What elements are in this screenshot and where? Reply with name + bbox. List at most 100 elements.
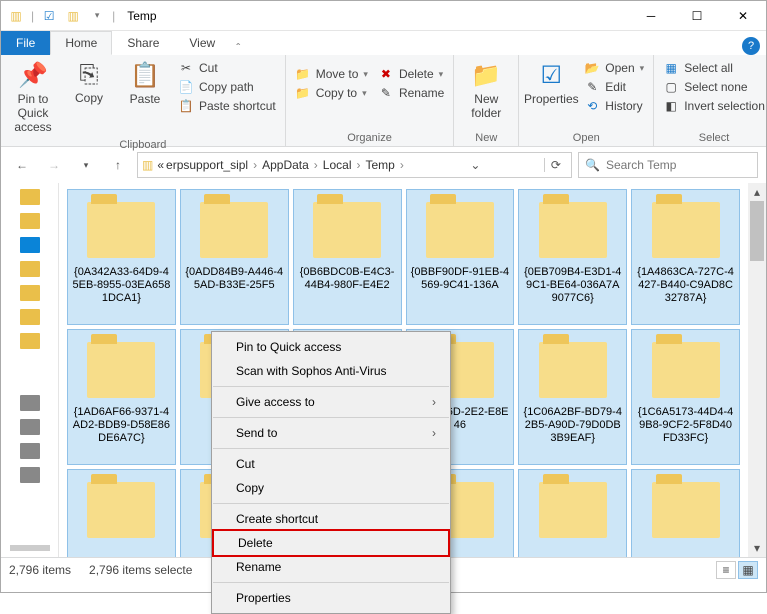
context-properties[interactable]: Properties: [212, 586, 450, 610]
chevron-right-icon: ›: [250, 158, 260, 172]
nav-item[interactable]: [20, 237, 40, 253]
tab-file[interactable]: File: [1, 31, 50, 55]
icons-view-button[interactable]: ▦: [738, 561, 758, 579]
pin-to-quick-access-button[interactable]: 📌Pin to Quick access: [7, 58, 59, 137]
tab-share[interactable]: Share: [112, 31, 174, 55]
maximize-button[interactable]: ☐: [674, 1, 720, 31]
folder-item[interactable]: {1C6A5173-44D4-49B8-9CF2-5F8D40FD33FC}: [631, 329, 740, 465]
context-give-access[interactable]: Give access to›: [212, 390, 450, 414]
folder-item[interactable]: {1AD6AF66-9371-4AD2-BDB9-D58E86DE6A7C}: [67, 329, 176, 465]
properties-button[interactable]: ☑Properties: [525, 58, 577, 109]
context-send-to[interactable]: Send to›: [212, 421, 450, 445]
nav-item[interactable]: [20, 189, 40, 205]
rename-button[interactable]: ✎Rename: [375, 85, 447, 101]
folder-item[interactable]: {1A4863CA-727C-4427-B440-C9AD8C32787A}: [631, 189, 740, 325]
qat-divider: |: [31, 9, 34, 23]
pin-icon: 📌: [18, 61, 48, 90]
details-view-button[interactable]: ≡: [716, 561, 736, 579]
checkbox-icon[interactable]: ☑: [40, 7, 58, 25]
selection-count: 2,796 items selecte: [89, 563, 192, 577]
nav-item[interactable]: [20, 443, 40, 459]
qat-dropdown-icon[interactable]: ▾: [88, 7, 106, 25]
folder-label: {1C06A2BF-BD79-42B5-A90D-79D0DB3B9EAF}: [523, 406, 622, 445]
breadcrumb-item[interactable]: erpsupport_sipl: [166, 158, 248, 172]
breadcrumb[interactable]: ▥ « erpsupport_sipl› AppData› Local› Tem…: [137, 152, 572, 178]
minimize-button[interactable]: ─: [628, 1, 674, 31]
paste-shortcut-button[interactable]: 📋Paste shortcut: [175, 98, 279, 114]
search-input[interactable]: 🔍 Search Temp: [578, 152, 758, 178]
recent-locations-button[interactable]: ▾: [73, 152, 99, 178]
context-delete[interactable]: Delete: [212, 529, 450, 557]
horizontal-scrollbar[interactable]: [10, 545, 50, 551]
nav-item[interactable]: [20, 419, 40, 435]
nav-item[interactable]: [20, 309, 40, 325]
collapse-ribbon-icon[interactable]: ˆ: [230, 41, 246, 55]
copy-button[interactable]: ⎘Copy: [63, 58, 115, 108]
breadcrumb-item[interactable]: Local: [323, 158, 352, 172]
forward-button[interactable]: →: [41, 152, 67, 178]
menu-separator: [213, 417, 449, 418]
copy-to-button[interactable]: 📁Copy to ▾: [292, 85, 371, 101]
nav-item[interactable]: [20, 333, 40, 349]
folder-item[interactable]: [67, 469, 176, 557]
nav-item[interactable]: [20, 395, 40, 411]
dropdown-button[interactable]: ⌄: [464, 158, 486, 172]
chevron-down-icon: ▾: [363, 69, 368, 80]
scroll-thumb[interactable]: [750, 201, 764, 261]
context-pin[interactable]: Pin to Quick access: [212, 335, 450, 359]
select-all-button[interactable]: ▦Select all: [660, 60, 767, 76]
context-rename[interactable]: Rename: [212, 555, 450, 579]
breadcrumb-item[interactable]: Temp: [365, 158, 394, 172]
nav-item[interactable]: [20, 261, 40, 277]
edit-button[interactable]: ✎Edit: [581, 79, 647, 95]
folder-item[interactable]: {0A342A33-64D9-45EB-8955-03EA6581DCA1}: [67, 189, 176, 325]
vertical-scrollbar[interactable]: ▴ ▾: [748, 183, 766, 557]
refresh-button[interactable]: ⟳: [544, 158, 567, 172]
context-create-shortcut[interactable]: Create shortcut: [212, 507, 450, 531]
context-scan[interactable]: Scan with Sophos Anti-Virus: [212, 359, 450, 383]
menu-separator: [213, 386, 449, 387]
close-button[interactable]: ✕: [720, 1, 766, 31]
navigation-pane[interactable]: [1, 183, 59, 557]
help-icon[interactable]: ?: [742, 37, 760, 55]
open-button[interactable]: 📂Open ▾: [581, 60, 647, 76]
folder-item[interactable]: [631, 469, 740, 557]
select-none-button[interactable]: ▢Select none: [660, 79, 767, 95]
scroll-up-button[interactable]: ▴: [748, 183, 766, 201]
folder-item[interactable]: [518, 469, 627, 557]
history-icon: ⟲: [584, 99, 600, 113]
up-button[interactable]: ↑: [105, 152, 131, 178]
scissors-icon: ✂: [178, 61, 194, 75]
nav-item[interactable]: [20, 213, 40, 229]
folder-item[interactable]: {0B6BDC0B-E4C3-44B4-980F-E4E2: [293, 189, 402, 325]
group-label: Select: [660, 130, 767, 146]
group-label: New: [460, 130, 512, 146]
scroll-down-button[interactable]: ▾: [748, 539, 766, 557]
nav-item[interactable]: [20, 285, 40, 301]
history-button[interactable]: ⟲History: [581, 98, 647, 114]
nav-item[interactable]: [20, 467, 40, 483]
folder-item[interactable]: {0ADD84B9-A446-45AD-B33E-25F5: [180, 189, 289, 325]
folder-icon: [87, 342, 155, 398]
tab-view[interactable]: View: [174, 31, 230, 55]
folder-item[interactable]: {0BBF90DF-91EB-4569-9C41-136A: [406, 189, 515, 325]
move-to-button[interactable]: 📁Move to ▾: [292, 66, 371, 82]
back-button[interactable]: ←: [9, 152, 35, 178]
folder-label: {1C6A5173-44D4-49B8-9CF2-5F8D40FD33FC}: [636, 406, 735, 445]
folder-item[interactable]: {1C06A2BF-BD79-42B5-A90D-79D0DB3B9EAF}: [518, 329, 627, 465]
folder-icon: ▥: [7, 7, 25, 25]
folder-item[interactable]: {0EB709B4-E3D1-49C1-BE64-036A7A9077C6}: [518, 189, 627, 325]
cut-button[interactable]: ✂Cut: [175, 60, 279, 76]
copy-path-button[interactable]: 📄Copy path: [175, 79, 279, 95]
tab-home[interactable]: Home: [50, 31, 112, 55]
invert-selection-button[interactable]: ◧Invert selection: [660, 98, 767, 114]
menu-separator: [213, 503, 449, 504]
context-copy[interactable]: Copy: [212, 476, 450, 500]
context-cut[interactable]: Cut: [212, 452, 450, 476]
folder-icon: [200, 202, 268, 258]
delete-button[interactable]: ✖Delete ▾: [375, 66, 447, 82]
breadcrumb-root[interactable]: «: [157, 158, 164, 172]
paste-button[interactable]: 📋Paste: [119, 58, 171, 109]
breadcrumb-item[interactable]: AppData: [262, 158, 309, 172]
new-folder-button[interactable]: 📁New folder: [460, 58, 512, 123]
